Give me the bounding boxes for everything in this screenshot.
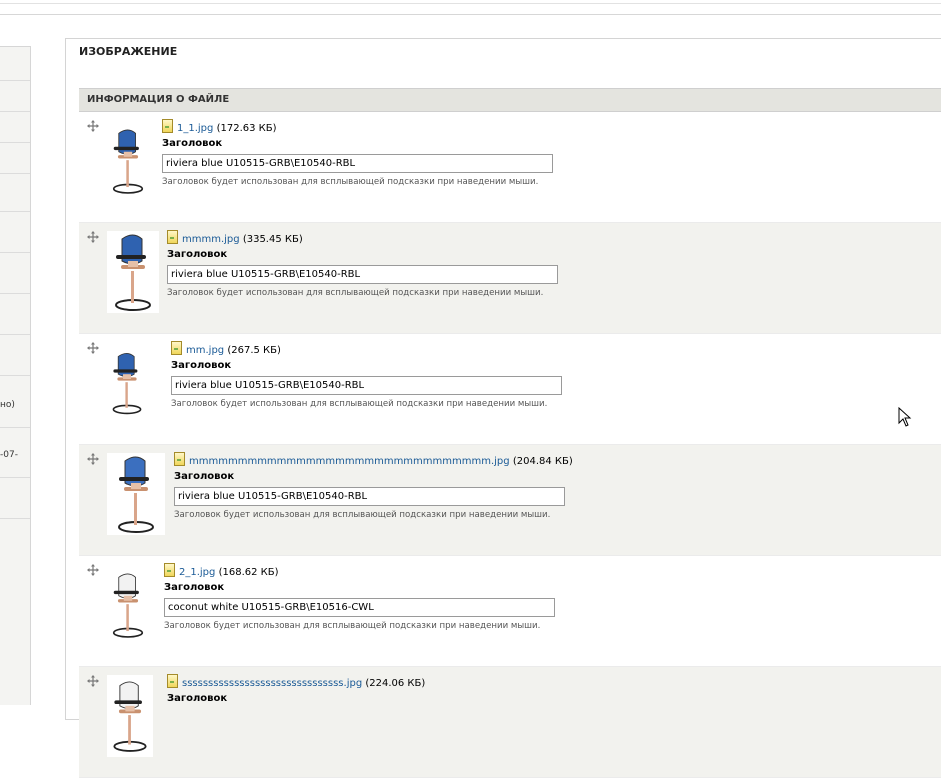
section-title: ИЗОБРАЖЕНИЕ [79,45,178,58]
drag-handle-icon[interactable] [87,231,99,243]
drag-handle-icon[interactable] [87,342,99,354]
image-file-icon [167,230,178,244]
title-label: Заголовок [164,582,225,593]
title-input[interactable] [162,154,553,173]
file-size: (267.5 КБ) [227,345,281,356]
title-input[interactable] [174,487,565,506]
title-input[interactable] [167,265,558,284]
title-hint: Заголовок будет использован для всплываю… [162,177,539,187]
title-label: Заголовок [171,360,232,371]
drag-handle-icon[interactable] [87,120,99,132]
file-row: 1_1.jpg (172.63 КБ) Заголовок Заголовок … [79,112,941,223]
file-link[interactable]: 2_1.jpg [179,567,215,578]
file-size: (172.63 КБ) [216,123,277,134]
file-info: sssssssssssssssssssssssssssssss.jpg (224… [167,674,425,689]
file-row: mmmmmmmmmmmmmmmmmmmmmmmmmmmmmmm.jpg (204… [79,445,941,556]
title-hint: Заголовок будет использован для всплываю… [174,510,551,520]
drag-handle-icon[interactable] [87,675,99,687]
title-label: Заголовок [174,471,235,482]
image-thumbnail[interactable] [107,120,149,202]
image-thumbnail[interactable] [107,342,147,424]
image-file-icon [162,119,173,133]
file-row: mm.jpg (267.5 КБ) Заголовок Заголовок бу… [79,334,941,445]
file-link[interactable]: mmmm.jpg [182,234,240,245]
drag-handle-icon[interactable] [87,453,99,465]
table-header: ИНФОРМАЦИЯ О ФАЙЛЕ [79,88,941,112]
mouse-pointer-icon [898,406,912,431]
file-size: (168.62 КБ) [218,567,279,578]
title-label: Заголовок [167,693,228,704]
title-hint: Заголовок будет использован для всплываю… [164,621,541,631]
image-thumbnail[interactable] [107,231,159,313]
file-info: 1_1.jpg (172.63 КБ) [162,119,277,134]
image-file-icon [171,341,182,355]
file-info: 2_1.jpg (168.62 КБ) [164,563,279,578]
title-label: Заголовок [167,249,228,260]
file-link[interactable]: mm.jpg [186,345,224,356]
image-fieldset: ИЗОБРАЖЕНИЕ ИНФОРМАЦИЯ О ФАЙЛЕ 1_1.jpg (… [65,38,941,778]
file-row: mmmm.jpg (335.45 КБ) Заголовок Заголовок… [79,223,941,334]
file-info: mmmm.jpg (335.45 КБ) [167,230,303,245]
image-thumbnail[interactable] [107,453,165,535]
image-file-icon [167,674,178,688]
image-file-icon [164,563,175,577]
image-file-icon [174,452,185,466]
file-info: mmmmmmmmmmmmmmmmmmmmmmmmmmmmmmm.jpg (204… [174,452,573,467]
file-table: ИНФОРМАЦИЯ О ФАЙЛЕ 1_1.jpg (172.63 КБ) З… [79,88,941,778]
file-size: (204.84 КБ) [512,456,573,467]
file-link[interactable]: 1_1.jpg [177,123,213,134]
drag-handle-icon[interactable] [87,564,99,576]
sidebar-snippet: но) [0,400,15,410]
title-hint: Заголовок будет использован для всплываю… [167,288,544,298]
file-link[interactable]: mmmmmmmmmmmmmmmmmmmmmmmmmmmmmmm.jpg [189,456,510,467]
file-size: (335.45 КБ) [242,234,303,245]
top-divider [0,3,941,4]
file-size: (224.06 КБ) [365,678,426,689]
image-thumbnail[interactable] [107,564,149,646]
file-info: mm.jpg (267.5 КБ) [171,341,281,356]
title-label: Заголовок [162,138,223,149]
title-input[interactable] [164,598,555,617]
title-hint: Заголовок будет использован для всплываю… [171,399,548,409]
file-link[interactable]: sssssssssssssssssssssssssssssss.jpg [182,678,362,689]
file-row: sssssssssssssssssssssssssssssss.jpg (224… [79,667,941,778]
top-divider-2 [0,14,941,15]
image-thumbnail[interactable] [107,675,153,757]
left-sidebar: но) -07- [0,46,31,705]
file-row: 2_1.jpg (168.62 КБ) Заголовок Заголовок … [79,556,941,667]
title-input[interactable] [171,376,562,395]
sidebar-snippet: -07- [0,450,18,460]
